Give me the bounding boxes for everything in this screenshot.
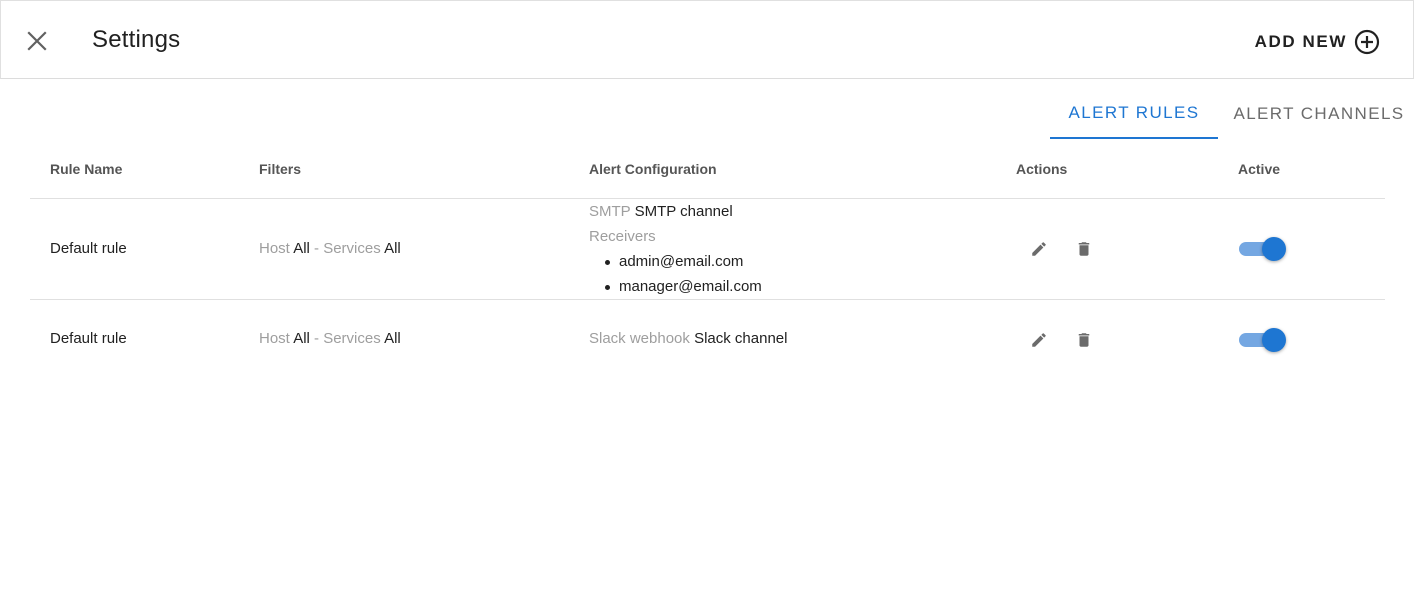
column-header-alert-configuration: Alert Configuration [589, 161, 717, 177]
alert-configuration: SMTP SMTP channel Receivers admin@email.… [589, 199, 762, 299]
edit-rule-button[interactable] [1027, 237, 1051, 261]
toggle-thumb [1262, 237, 1286, 261]
receiver-item: manager@email.com [605, 274, 762, 299]
filter-host-value: All [293, 240, 310, 257]
tab-alert-rules[interactable]: ALERT RULES [1050, 88, 1218, 139]
trash-icon [1078, 242, 1090, 256]
filter-host-value: All [293, 330, 310, 347]
toggle-thumb [1262, 328, 1286, 352]
filter-services-value: All [384, 330, 401, 347]
delete-rule-button[interactable] [1072, 328, 1096, 352]
page-title: Settings [92, 26, 181, 53]
app-header: Settings ADD NEW [0, 0, 1414, 79]
filter-services-label: Services [323, 330, 381, 347]
settings-tabs: ALERT RULES ALERT CHANNELS [1050, 88, 1414, 139]
rule-filters: Host All - Services All [259, 330, 401, 347]
tab-alert-channels[interactable]: ALERT CHANNELS [1218, 88, 1414, 139]
channel-name: Slack channel [694, 330, 788, 347]
table-header: Rule Name Filters Alert Configuration Ac… [30, 139, 1385, 199]
pencil-icon [1032, 333, 1046, 347]
channel-name: SMTP channel [634, 203, 733, 220]
alert-rules-table: Rule Name Filters Alert Configuration Ac… [30, 139, 1385, 380]
column-header-filters: Filters [259, 161, 302, 177]
rule-name: Default rule [50, 330, 127, 347]
pencil-icon [1032, 242, 1046, 256]
active-toggle[interactable] [1236, 327, 1286, 353]
filter-services-value: All [384, 240, 401, 257]
close-icon [27, 31, 47, 51]
column-header-rule-name: Rule Name [50, 161, 123, 177]
rule-filters: Host All - Services All [259, 240, 401, 257]
add-new-label: ADD NEW [1254, 32, 1347, 51]
close-button[interactable] [23, 27, 51, 55]
trash-icon [1078, 333, 1090, 347]
receivers-list: admin@email.com manager@email.com [589, 249, 762, 299]
filter-separator: - [309, 240, 324, 257]
alert-configuration: Slack webhook Slack channel [589, 330, 787, 347]
filter-separator: - [309, 330, 324, 347]
filter-services-label: Services [323, 240, 381, 257]
delete-rule-button[interactable] [1072, 237, 1096, 261]
edit-rule-button[interactable] [1027, 328, 1051, 352]
add-new-button[interactable]: ADD NEW [1255, 28, 1381, 56]
rule-name: Default rule [50, 240, 127, 257]
column-header-active: Active [1238, 161, 1281, 177]
column-header-actions: Actions [1016, 161, 1068, 177]
channel-type-label: Slack webhook [589, 330, 690, 347]
table-row: Default rule Host All - Services All Sla… [30, 300, 1385, 380]
channel-type-label: SMTP [589, 203, 631, 220]
add-circle-icon [1354, 29, 1380, 55]
receivers-label: Receivers [589, 228, 656, 245]
receiver-item: admin@email.com [605, 249, 762, 274]
filter-host-label: Host [259, 240, 290, 257]
filter-host-label: Host [259, 330, 290, 347]
table-row: Default rule Host All - Services All SMT… [30, 199, 1385, 300]
active-toggle[interactable] [1236, 236, 1286, 262]
